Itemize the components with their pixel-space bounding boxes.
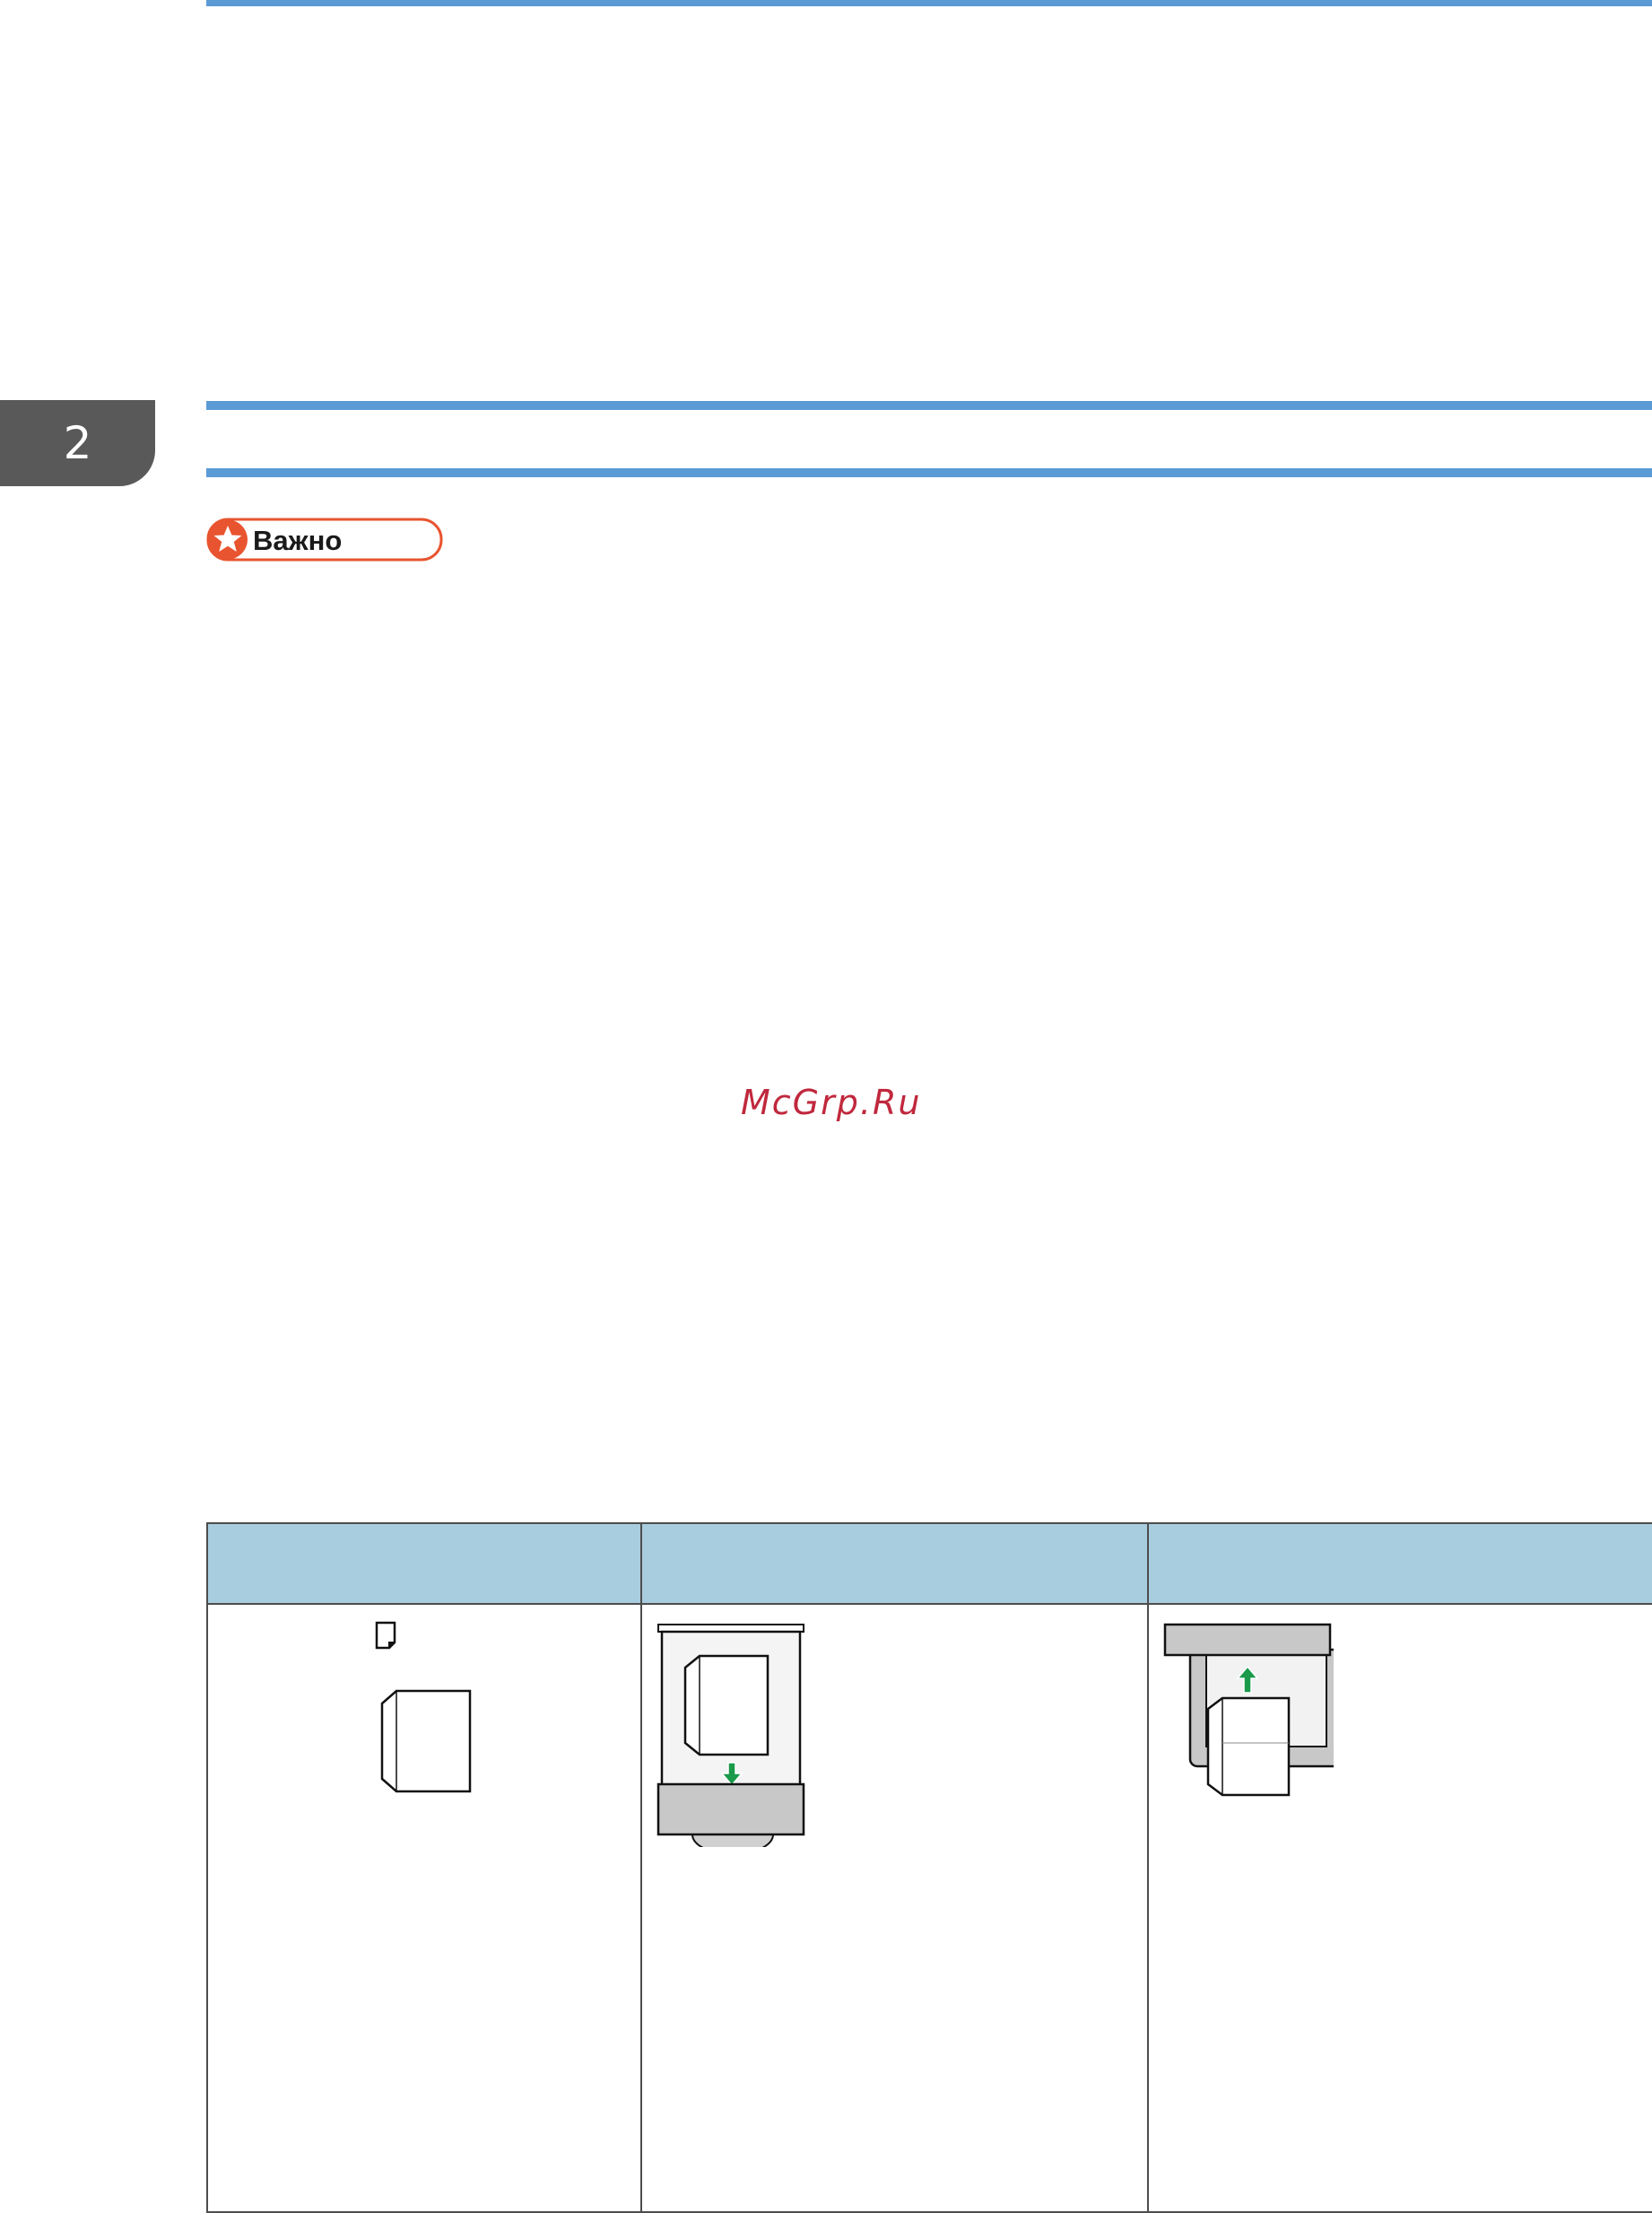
paper-tray-loading-icon — [656, 1624, 805, 1847]
table-header-cell — [640, 1522, 1149, 1605]
important-badge: Важно — [206, 518, 444, 562]
table-header-cell — [206, 1522, 642, 1605]
table-row — [206, 1603, 1652, 2213]
table-cell-bypass — [1147, 1603, 1652, 2213]
important-badge-label: Важно — [253, 525, 342, 556]
bypass-tray-loading-icon — [1163, 1623, 1334, 1797]
table-header-row — [206, 1522, 1652, 1605]
chapter-number: 2 — [63, 417, 92, 469]
section-rule-lower — [206, 468, 1652, 477]
envelope-table — [206, 1522, 1652, 2213]
important-badge-frame: Важно — [206, 518, 443, 562]
chapter-tab: 2 — [0, 400, 155, 486]
table-cell-tray — [640, 1603, 1149, 2213]
top-rule — [206, 0, 1652, 6]
table-header-cell — [1147, 1522, 1652, 1605]
section-rule-upper — [206, 401, 1652, 410]
table-cell-envelope — [206, 1603, 642, 2213]
small-page-icon — [375, 1621, 396, 1650]
envelope-orientation-icon — [380, 1689, 472, 1793]
watermark: McGrp.Ru — [741, 1083, 922, 1122]
